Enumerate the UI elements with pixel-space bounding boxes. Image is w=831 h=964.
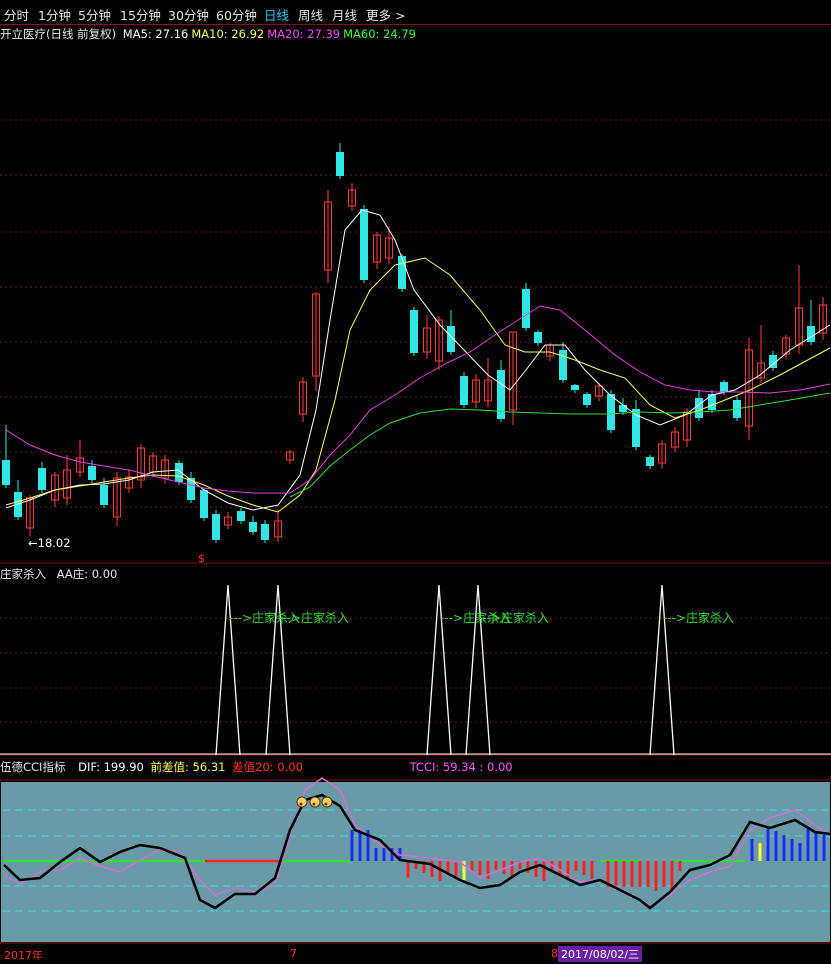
candle-body-down (807, 326, 815, 342)
candle-body-down (559, 350, 567, 380)
cursor-label: 8 (551, 947, 558, 960)
candle-body-down (410, 310, 418, 353)
candle-body-down (38, 468, 46, 490)
top-marker-icon (296, 796, 308, 808)
candle-body-down (360, 209, 368, 280)
month-label: 7 (290, 947, 297, 960)
date-label: 2017/08/02/三 (558, 946, 643, 962)
candle-body-down (607, 394, 615, 430)
candle-body-down (336, 152, 344, 176)
candle-body-down (88, 466, 96, 480)
candle-body-down (522, 289, 530, 328)
chart-canvas[interactable]: ←18.02$--->庄家杀入--->庄家杀入 --->庄家杀入--->庄家杀入 -… (0, 0, 831, 964)
ma5-line (5, 209, 831, 511)
candle-body-down (646, 457, 654, 466)
candle-body-down (261, 524, 269, 540)
low-price-marker: ←18.02 (28, 536, 71, 550)
candle-body-down (2, 460, 10, 485)
candle-body-down (708, 394, 716, 410)
candle-body-down (200, 490, 208, 518)
candle-body-down (534, 332, 542, 343)
candle-body-down (619, 405, 627, 412)
candle-body-down (460, 376, 468, 405)
top-marker-icon (309, 796, 321, 808)
candle-body-down (720, 382, 728, 392)
candle-body-down (398, 256, 406, 289)
signal-label: --->庄家杀入 (663, 610, 734, 625)
candle-body-down (249, 522, 257, 532)
candle-body-down (583, 394, 591, 405)
top-marker-icon (321, 796, 333, 808)
candle-body-down (571, 385, 579, 390)
top-marker-icon-eye (299, 802, 303, 806)
candle-body-down (100, 485, 108, 505)
top-marker-icon-eye (324, 802, 328, 806)
candle-body-down (695, 398, 703, 418)
signal-label: --->庄家杀入 (278, 610, 349, 625)
candle-body-down (237, 511, 245, 521)
signal-label: --->庄家杀入 (478, 610, 549, 625)
year-label: 2017年 (4, 949, 43, 962)
signal-marker: $ (198, 552, 205, 565)
top-marker-icon-eye (312, 802, 316, 806)
candle-body-down (212, 514, 220, 540)
